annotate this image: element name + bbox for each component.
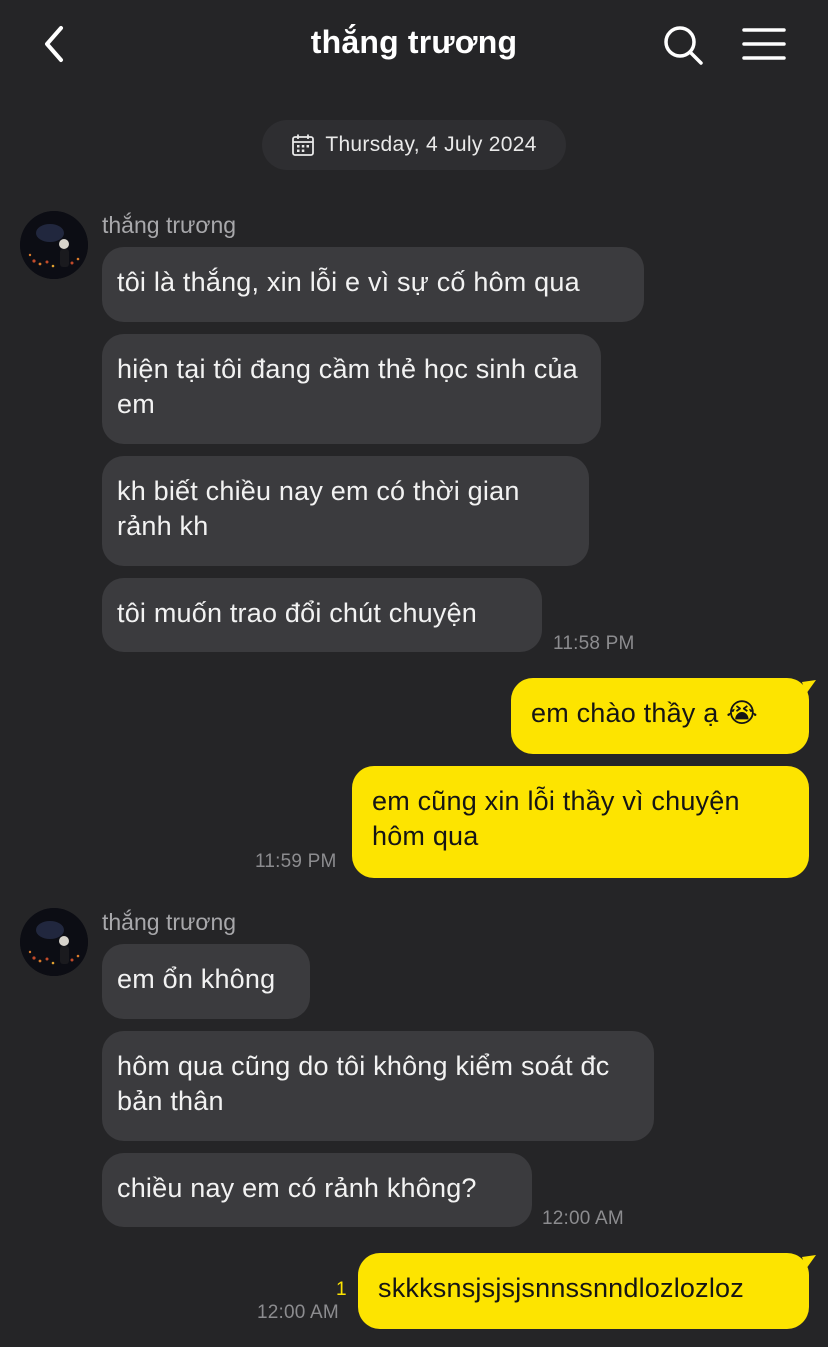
profile-photo — [20, 908, 88, 976]
message-bubble[interactable]: skkksnsjsjsjsnnssnndlozlozloz — [358, 1253, 809, 1329]
sender-name: thắng trương — [102, 909, 237, 935]
profile-photo — [20, 211, 88, 279]
message-bubble[interactable]: tôi muốn trao đổi chút chuyện — [102, 578, 542, 652]
avatar[interactable] — [20, 908, 88, 976]
message-bubble[interactable]: hiện tại tôi đang cầm thẻ học sinh của e… — [102, 334, 601, 444]
hamburger-menu-icon — [742, 28, 786, 60]
message-bubble[interactable]: chiều nay em có rảnh không? — [102, 1153, 532, 1227]
search-icon — [664, 26, 703, 65]
menu-button[interactable] — [740, 22, 788, 66]
message-bubble[interactable]: em chào thầy ạ 😭 — [511, 678, 809, 754]
avatar[interactable] — [20, 211, 88, 279]
bubble-tail — [802, 1255, 816, 1269]
chat-screen: thắng trương Thursday, 4 July 2024 thắng… — [0, 0, 828, 1347]
message-bubble[interactable]: hôm qua cũng do tôi không kiểm soát đc b… — [102, 1031, 654, 1141]
message-time: 12:00 AM — [542, 1208, 624, 1229]
message-bubble[interactable]: kh biết chiều nay em có thời gian rảnh k… — [102, 456, 589, 566]
message-bubble[interactable]: em ổn không — [102, 944, 310, 1019]
message-bubble[interactable]: tôi là thắng, xin lỗi e vì sự cố hôm qua — [102, 247, 644, 322]
bubble-tail — [802, 680, 816, 694]
message-time: 12:00 AM — [257, 1302, 339, 1323]
message-time: 11:58 PM — [553, 633, 635, 654]
unread-count: 1 — [336, 1279, 347, 1300]
calendar-icon — [292, 134, 315, 156]
sender-name: thắng trương — [102, 212, 237, 238]
message-bubble[interactable]: em cũng xin lỗi thầy vì chuyện hôm qua — [352, 766, 809, 878]
date-label: Thursday, 4 July 2024 — [325, 133, 537, 156]
date-separator: Thursday, 4 July 2024 — [262, 120, 566, 170]
search-button[interactable] — [660, 22, 706, 68]
chat-header: thắng trương — [0, 0, 828, 90]
message-time: 11:59 PM — [255, 851, 337, 872]
